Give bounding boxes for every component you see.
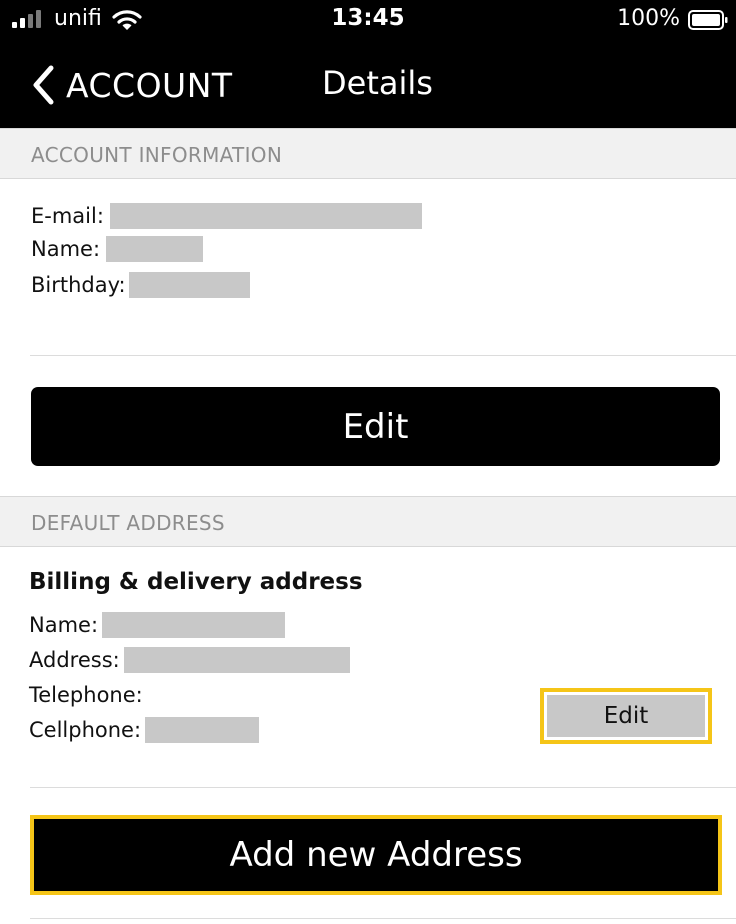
battery-icon xyxy=(688,10,728,30)
edit-account-button[interactable]: Edit xyxy=(31,387,720,466)
email-row: E-mail: xyxy=(31,201,422,231)
cellphone-redacted-value xyxy=(145,717,260,743)
address-name-label: Name: xyxy=(29,613,99,637)
billing-delivery-heading: Billing & delivery address xyxy=(29,569,363,595)
cellphone-label: Cellphone: xyxy=(29,718,142,742)
divider xyxy=(30,355,736,356)
name-label: Name: xyxy=(31,237,101,261)
birthday-row: Birthday: xyxy=(31,270,250,300)
top-bar: unifi 13:45 100% ACCOUNT Details xyxy=(0,0,736,128)
email-redacted-value xyxy=(109,203,422,229)
divider xyxy=(30,787,736,788)
divider xyxy=(30,918,736,919)
add-new-address-button[interactable]: Add new Address xyxy=(30,815,722,895)
edit-address-button-label: Edit xyxy=(547,695,705,737)
birthday-redacted-value xyxy=(128,272,250,298)
status-bar: unifi 13:45 100% xyxy=(0,0,736,42)
chevron-left-icon xyxy=(33,65,54,105)
name-row: Name: xyxy=(31,234,204,264)
address-label: Address: xyxy=(29,648,120,672)
address-name-row: Name: xyxy=(29,610,286,640)
account-information-header: ACCOUNT INFORMATION xyxy=(0,128,736,179)
edit-address-button[interactable]: Edit xyxy=(540,688,712,744)
email-label: E-mail: xyxy=(31,204,104,228)
name-redacted-value xyxy=(106,236,204,262)
address-name-redacted-value xyxy=(102,612,286,638)
default-address-header: DEFAULT ADDRESS xyxy=(0,496,736,547)
back-button-label: ACCOUNT xyxy=(66,65,233,105)
back-button[interactable]: ACCOUNT xyxy=(30,62,233,108)
account-information-header-label: ACCOUNT INFORMATION xyxy=(31,143,283,167)
navigation-bar: ACCOUNT Details xyxy=(0,42,736,128)
birthday-label: Birthday: xyxy=(31,273,126,297)
address-row: Address: xyxy=(29,645,350,675)
page-title: Details xyxy=(322,64,433,102)
battery-percentage: 100% xyxy=(617,6,680,31)
default-address-header-label: DEFAULT ADDRESS xyxy=(31,511,225,535)
cellphone-row: Cellphone: xyxy=(29,715,260,745)
telephone-label: Telephone: xyxy=(29,683,143,707)
telephone-row: Telephone: xyxy=(29,680,143,710)
address-redacted-value xyxy=(123,647,350,673)
